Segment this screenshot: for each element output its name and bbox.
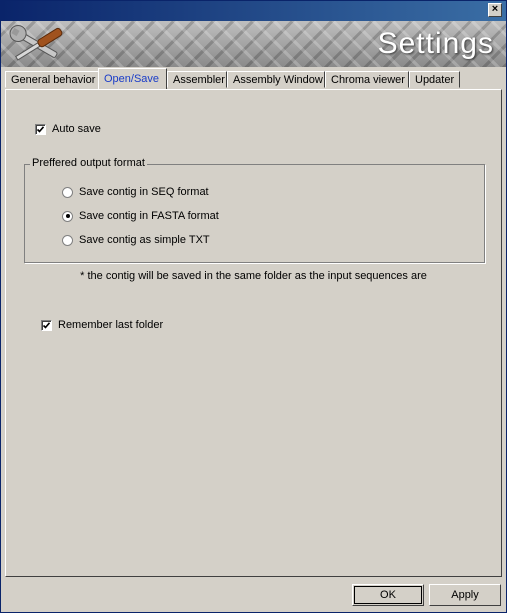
banner-title: Settings (377, 27, 494, 60)
radio-fasta-label: Save contig in FASTA format (79, 210, 219, 222)
tab-assembly-window[interactable]: Assembly Window (227, 71, 325, 88)
radio-txt-format[interactable]: Save contig as simple TXT (62, 234, 210, 246)
checkbox-box[interactable] (41, 319, 52, 331)
tab-updater[interactable]: Updater (409, 71, 460, 88)
radio-indicator[interactable] (62, 234, 73, 246)
remember-folder-label: Remember last folder (58, 319, 164, 331)
tab-strip: General behavior Open/Save Assembler Ass… (5, 68, 502, 89)
output-format-group: Preffered output format Save contig in S… (24, 157, 485, 263)
radio-indicator[interactable] (62, 210, 73, 222)
tab-assembler[interactable]: Assembler (167, 71, 227, 88)
open-save-panel: Auto save Preffered output format Save c… (5, 89, 502, 577)
ok-button[interactable]: OK (352, 584, 424, 606)
title-bar[interactable]: × (1, 1, 506, 21)
close-button[interactable]: × (488, 3, 502, 17)
radio-txt-label: Save contig as simple TXT (79, 234, 210, 246)
checkbox-box[interactable] (35, 123, 46, 135)
save-location-note: * the contig will be saved in the same f… (80, 270, 427, 282)
tab-general-behavior[interactable]: General behavior (5, 71, 99, 88)
remember-folder-checkbox[interactable]: Remember last folder (41, 319, 163, 331)
apply-button[interactable]: Apply (429, 584, 501, 606)
settings-banner: Settings (1, 21, 506, 67)
auto-save-checkbox[interactable]: Auto save (35, 123, 101, 135)
radio-seq-format[interactable]: Save contig in SEQ format (62, 186, 209, 198)
tab-chroma-viewer[interactable]: Chroma viewer (325, 71, 409, 88)
radio-seq-label: Save contig in SEQ format (79, 186, 209, 198)
tools-icon (9, 25, 63, 61)
tab-open-save[interactable]: Open/Save (98, 68, 167, 89)
settings-window: × Settings General behavior Open/Save As… (0, 0, 507, 613)
radio-fasta-format[interactable]: Save contig in FASTA format (62, 210, 219, 222)
radio-indicator[interactable] (62, 186, 73, 198)
auto-save-label: Auto save (52, 123, 101, 135)
output-format-legend: Preffered output format (30, 157, 147, 169)
